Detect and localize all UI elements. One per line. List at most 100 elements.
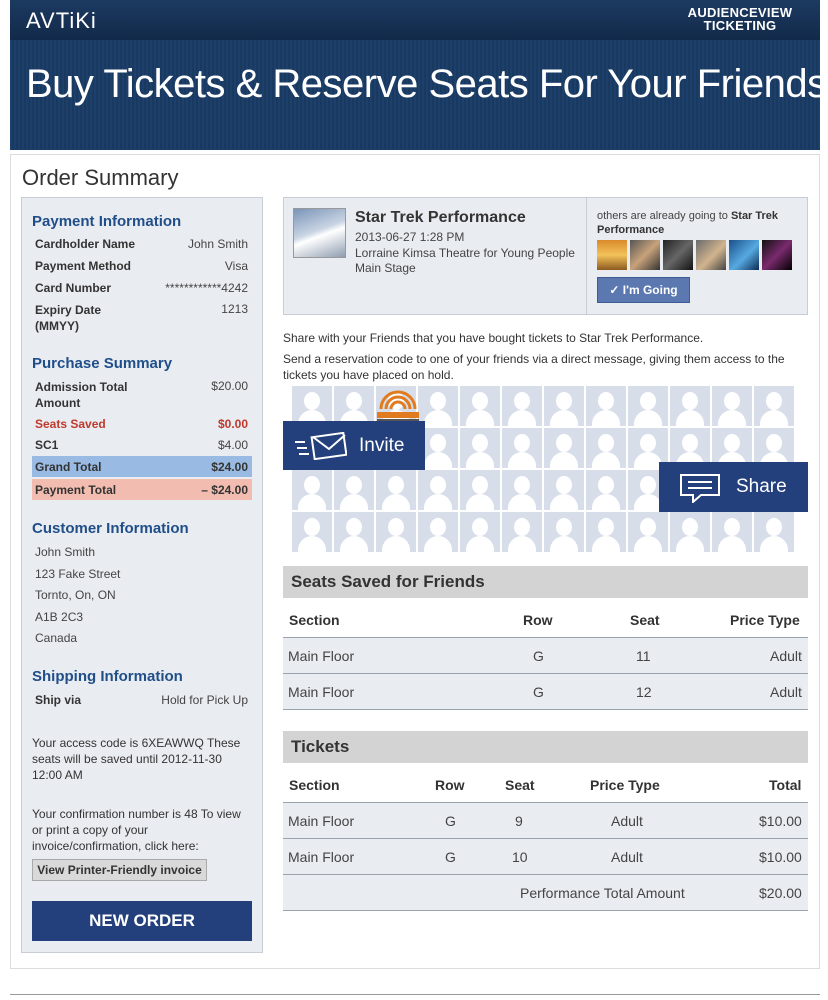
- friend-placeholder-icon: [754, 386, 794, 426]
- friend-placeholder-icon: [292, 512, 332, 552]
- ticket-seat: 10: [512, 849, 528, 865]
- card-number-label: Card Number: [35, 281, 112, 295]
- friend-placeholder-icon: [418, 386, 458, 426]
- friend-placeholder-icon: [502, 512, 542, 552]
- customer-city: Tornto, On, ON: [35, 588, 116, 602]
- seats-saved-title: Seats Saved for Friends: [291, 572, 485, 591]
- friend-avatar[interactable]: [762, 240, 792, 270]
- admission-total-label: Admission Total Amount: [35, 380, 128, 410]
- invite-label: Invite: [359, 435, 405, 456]
- confirmation-note: Your confirmation number is 48 To view o…: [32, 807, 241, 853]
- seat-price-type: Adult: [770, 684, 802, 700]
- cardholder-name-value: John Smith: [187, 237, 248, 251]
- friend-placeholder-icon: [376, 512, 416, 552]
- new-order-button[interactable]: NEW ORDER: [32, 901, 252, 941]
- brand-line-2: TICKETING: [703, 18, 777, 33]
- tickets-col-row: Row: [435, 777, 465, 793]
- speech-bubble-icon: [680, 474, 720, 503]
- friend-placeholder-icon: [712, 512, 752, 552]
- friend-placeholder-icon: [544, 386, 584, 426]
- im-going-button[interactable]: ✓ I'm Going: [597, 277, 690, 303]
- friend-placeholder-icon: [460, 428, 500, 468]
- customer-country: Canada: [35, 631, 78, 645]
- seat-row: G: [533, 648, 544, 664]
- event-title[interactable]: Star Trek Performance: [355, 209, 526, 227]
- friend-placeholder-icon: [754, 512, 794, 552]
- ticket-row: G: [445, 849, 456, 865]
- audienceview-logo-icon: [377, 390, 419, 422]
- friend-placeholder-icon: [334, 470, 374, 510]
- payment-total-value: – $24.00: [201, 483, 248, 497]
- seats-saved-col-price-type: Price Type: [730, 612, 800, 628]
- sc1-value: $4.00: [217, 438, 248, 452]
- view-printer-friendly-invoice-button[interactable]: View Printer-Friendly invoice: [32, 859, 207, 881]
- seat-section: Main Floor: [288, 684, 355, 700]
- friend-avatar[interactable]: [597, 240, 627, 270]
- friend-placeholder-icon: [544, 470, 584, 510]
- friend-placeholder-icon: [460, 512, 500, 552]
- friend-placeholder-icon: [418, 470, 458, 510]
- friend-placeholder-icon: [502, 470, 542, 510]
- friend-avatar[interactable]: [663, 240, 693, 270]
- ship-via-value: Hold for Pick Up: [161, 693, 248, 707]
- purchase-summary-heading: Purchase Summary: [32, 355, 173, 372]
- friend-placeholder-icon: [334, 386, 374, 426]
- customer-postal: A1B 2C3: [35, 610, 84, 624]
- access-code-note: Your access code is 6XEAWWQ These seats …: [32, 736, 241, 782]
- friend-placeholder-icon: [544, 428, 584, 468]
- event-datetime: 2013-06-27 1:28 PM: [355, 230, 465, 244]
- friend-placeholder-icon: [670, 386, 710, 426]
- friend-placeholder-icon: [292, 470, 332, 510]
- table-row: [283, 673, 808, 709]
- footer-rule: [10, 994, 820, 995]
- seats-saved-col-section: Section: [289, 612, 340, 628]
- grand-total-value: $24.00: [211, 460, 248, 474]
- expiry-date-value: 1213: [221, 302, 248, 316]
- friend-placeholder-icon: [460, 470, 500, 510]
- card-number-value: ************4242: [165, 281, 248, 295]
- ticket-section: Main Floor: [288, 849, 355, 865]
- friend-placeholder-icon: [334, 512, 374, 552]
- page-title: Order Summary: [22, 165, 179, 190]
- friend-placeholder-icon: [460, 386, 500, 426]
- table-row: [283, 637, 808, 673]
- payment-info-heading: Payment Information: [32, 213, 182, 230]
- ticket-total: $10.00: [759, 813, 802, 829]
- friend-placeholder-icon: [418, 512, 458, 552]
- friend-placeholder-icon: [544, 512, 584, 552]
- friend-placeholder-icon: [712, 386, 752, 426]
- ticket-total: $10.00: [759, 849, 802, 865]
- table-row: [283, 838, 808, 874]
- friend-placeholder-icon: [586, 428, 626, 468]
- friend-avatar[interactable]: [696, 240, 726, 270]
- ticket-section: Main Floor: [288, 813, 355, 829]
- tickets-table-header: [283, 731, 808, 763]
- grand-total-label: Grand Total: [35, 460, 102, 474]
- friend-placeholder-icon: [586, 512, 626, 552]
- cardholder-name-label: Cardholder Name: [35, 237, 136, 251]
- friend-placeholder-icon: [292, 386, 332, 426]
- audienceview-brand: AUDIENCEVIEW TICKETING: [680, 6, 800, 32]
- payment-total-label: Payment Total: [35, 483, 117, 497]
- sc1-label: SC1: [35, 438, 59, 452]
- ticket-seat: 9: [515, 813, 523, 829]
- seats-saved-value: $0.00: [217, 417, 248, 431]
- friend-placeholder-icon: [628, 386, 668, 426]
- share-text: Share with your Friends that you have bo…: [283, 331, 704, 345]
- shipping-info-heading: Shipping Information: [32, 668, 183, 685]
- seat-number: 12: [636, 684, 652, 700]
- expiry-date-label: Expiry Date (MMYY): [35, 303, 102, 333]
- customer-info-heading: Customer Information: [32, 520, 189, 537]
- seat-price-type: Adult: [770, 648, 802, 664]
- friend-avatar[interactable]: [729, 240, 759, 270]
- tickets-col-seat: Seat: [505, 777, 535, 793]
- avtiki-logo[interactable]: AVTiKi: [26, 8, 97, 34]
- friend-placeholder-icon: [670, 512, 710, 552]
- performance-total-label: Performance Total Amount: [520, 885, 685, 901]
- friend-placeholder-icon: [586, 470, 626, 510]
- ticket-price-type: Adult: [611, 813, 643, 829]
- ticket-row: G: [445, 813, 456, 829]
- event-thumbnail: [293, 208, 346, 258]
- friend-avatar[interactable]: [630, 240, 660, 270]
- seat-row: G: [533, 684, 544, 700]
